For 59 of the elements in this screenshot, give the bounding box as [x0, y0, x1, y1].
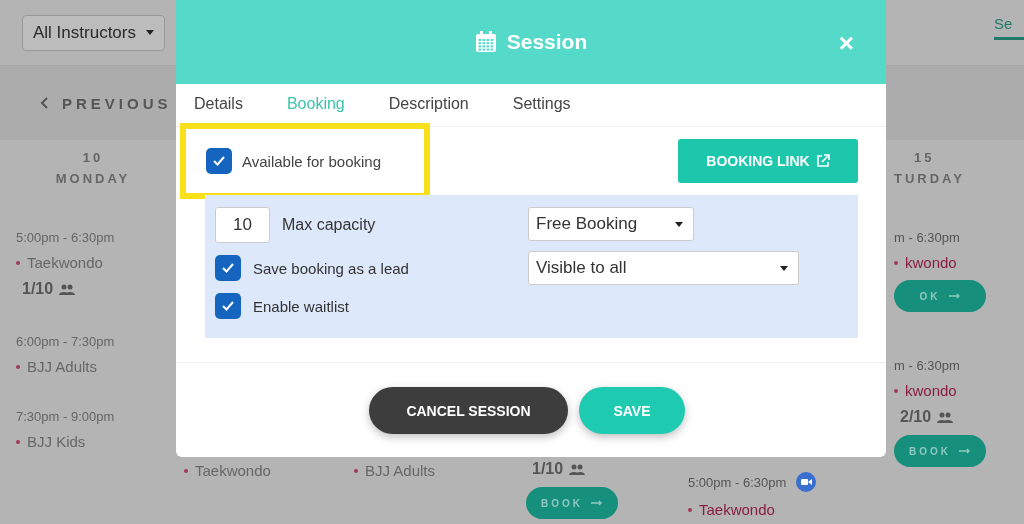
session-time: 6:00pm - 7:30pm — [16, 334, 115, 349]
attendee-count: 2/10 — [894, 408, 1024, 426]
check-icon — [213, 156, 225, 166]
people-icon — [569, 463, 586, 475]
booking-type-select[interactable]: Free Booking — [528, 207, 694, 241]
book-button[interactable]: BOOK — [894, 435, 986, 467]
session-time: 5:00pm - 6:30pm — [16, 230, 115, 245]
book-button[interactable]: BOOK — [526, 487, 618, 519]
people-icon — [59, 283, 76, 295]
session-time: 7:30pm - 9:00pm — [16, 409, 115, 424]
session-name: kwondo — [894, 254, 1024, 271]
arrow-icon — [591, 500, 603, 506]
session-time: m - 6:30pm — [894, 358, 960, 373]
book-button[interactable]: OK — [894, 280, 986, 312]
arrow-icon — [948, 293, 961, 299]
external-link-icon — [815, 154, 830, 168]
close-button[interactable]: × — [838, 30, 854, 56]
capacity-label: Max capacity — [282, 216, 376, 234]
tab[interactable]: Details — [180, 84, 257, 126]
attendee-count: 1/10 — [526, 460, 680, 478]
capacity-input[interactable]: 10 — [215, 207, 270, 243]
session-name: kwondo — [894, 382, 1024, 399]
day-number: 10 — [81, 150, 105, 165]
check-icon — [222, 263, 234, 273]
day-number: 15 — [913, 150, 936, 165]
checkbox-label: Save booking as a lead — [253, 259, 409, 277]
session-time: m - 6:30pm — [894, 230, 960, 245]
booking-link-button[interactable]: BOOKING LINK — [678, 139, 858, 183]
weekday-label: TURDAY — [894, 171, 966, 186]
checkbox[interactable] — [215, 255, 241, 281]
tab[interactable]: Booking — [272, 84, 359, 126]
session-name: Taekwondo — [688, 501, 848, 518]
caret-icon — [146, 30, 154, 35]
save-button[interactable]: SAVE — [579, 387, 685, 434]
tab[interactable]: Settings — [498, 84, 585, 126]
checkbox-label: Available for booking — [242, 152, 381, 170]
checkbox-label: Enable waitlist — [253, 297, 349, 315]
session-time: 5:00pm - 6:30pm — [688, 474, 787, 490]
calendar-icon — [474, 31, 497, 53]
view-tab[interactable]: Se — [994, 10, 1024, 40]
previous-button[interactable]: PREVIOUS — [34, 93, 178, 113]
dialog-title: Session — [474, 30, 588, 54]
arrow-icon — [959, 448, 971, 454]
visibility-select[interactable]: Visible to all — [528, 251, 799, 285]
instructor-dropdown[interactable]: All Instructors — [22, 14, 165, 51]
session-name: Taekwondo — [184, 462, 338, 479]
chevron-left-icon — [40, 97, 48, 109]
cancel-session-button[interactable]: CANCEL SESSION — [369, 387, 568, 434]
session-name: BJJ Kids — [16, 433, 170, 450]
session-name: BJJ Adults — [354, 462, 508, 479]
session-name: BJJ Adults — [16, 358, 170, 375]
weekday-label: MONDAY — [54, 171, 132, 186]
tab[interactable]: Description — [374, 84, 483, 126]
checkbox[interactable] — [215, 293, 241, 319]
session-name: Taekwondo — [16, 254, 170, 271]
check-icon — [222, 301, 234, 311]
checkbox[interactable] — [206, 148, 232, 174]
attendee-count: 1/10 — [16, 280, 170, 298]
people-icon — [937, 411, 954, 423]
